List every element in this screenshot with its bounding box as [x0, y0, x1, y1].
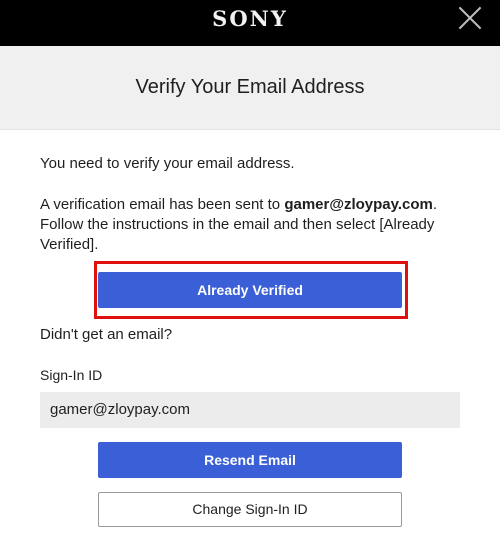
- already-verified-button[interactable]: Already Verified: [98, 272, 402, 308]
- verification-sent-message: A verification email has been sent to ga…: [40, 195, 450, 255]
- close-icon[interactable]: [459, 7, 481, 29]
- top-bar: SONY: [0, 0, 500, 46]
- verify-instruction: You need to verify your email address.: [40, 155, 295, 172]
- title-bar: Verify Your Email Address: [0, 46, 500, 130]
- change-signin-id-button[interactable]: Change Sign-In ID: [98, 492, 402, 527]
- page-title: Verify Your Email Address: [135, 76, 365, 98]
- signin-id-label: Sign-In ID: [40, 367, 103, 383]
- email-address: gamer@zloypay.com: [284, 196, 433, 213]
- resend-email-button[interactable]: Resend Email: [98, 442, 402, 478]
- signin-id-field: gamer@zloypay.com: [40, 392, 460, 428]
- no-email-prompt: Didn't get an email?: [40, 326, 173, 343]
- sony-logo: SONY: [212, 6, 288, 31]
- message-prefix: A verification email has been sent to: [40, 196, 285, 213]
